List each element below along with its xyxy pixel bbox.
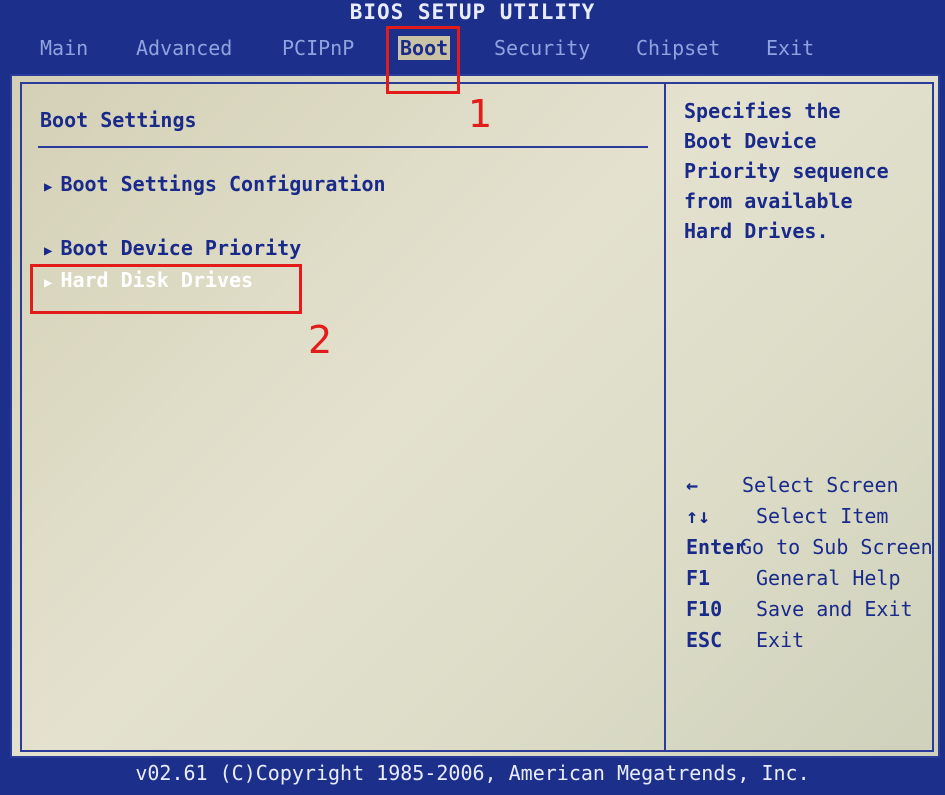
key-description: General Help: [756, 566, 901, 590]
key-label: Enter: [686, 535, 747, 559]
key-row-f1: F1 General Help: [684, 563, 939, 594]
key-label: F10: [686, 597, 723, 621]
help-line: from available: [684, 189, 853, 213]
annotation-box-boot-tab: [386, 26, 460, 94]
tab-advanced[interactable]: Advanced: [136, 36, 232, 60]
section-divider: [38, 146, 648, 148]
bios-title: BIOS SETUP UTILITY: [349, 0, 596, 24]
key-description: Select Screen: [742, 473, 899, 497]
key-description: Exit: [756, 628, 805, 652]
copyright-footer: v02.61 (C)Copyright 1985-2006, American …: [135, 761, 810, 785]
key-label: ESC: [686, 628, 723, 652]
key-row-select-item: ↑↓ Select Item: [684, 501, 939, 532]
annotation-number-2: 2: [308, 318, 333, 362]
top-menu-bar: Main Advanced PCIPnP Boot Security Chips…: [0, 24, 945, 74]
key-row-select-screen: ← Select Screen: [684, 470, 939, 501]
submenu-arrow-icon: ▶: [44, 179, 53, 195]
tab-pcipnp[interactable]: PCIPnP: [282, 36, 354, 60]
key-row-enter: Enter Go to Sub Screen: [684, 532, 939, 563]
section-title: Boot Settings: [40, 108, 197, 132]
key-label: F1: [686, 566, 711, 590]
help-line: Priority sequence: [684, 159, 889, 183]
up-down-arrow-key-icon: ↑↓: [686, 504, 711, 528]
left-arrow-key-icon: ←: [686, 473, 699, 497]
bios-screen: BIOS SETUP UTILITY Main Advanced PCIPnP …: [0, 0, 945, 795]
tab-security[interactable]: Security: [494, 36, 590, 60]
annotation-box-hard-disk-drives: [30, 264, 302, 314]
annotation-number-1: 1: [468, 92, 493, 136]
menu-item-boot-settings-configuration[interactable]: ▶ Boot Settings Configuration: [44, 172, 386, 196]
menu-item-label: Boot Settings Configuration: [60, 172, 386, 196]
menu-item-label: Boot Device Priority: [60, 236, 302, 260]
help-line: Boot Device: [684, 129, 817, 153]
submenu-arrow-icon: ▶: [44, 243, 53, 259]
help-text: Specifies the Boot Device Priority seque…: [684, 96, 934, 246]
key-legend: ← Select Screen ↑↓ Select Item Enter Go …: [684, 470, 939, 656]
key-description: Go to Sub Screen: [740, 535, 933, 559]
panel-divider: [664, 82, 666, 752]
key-description: Select Item: [756, 504, 889, 528]
menu-item-boot-device-priority[interactable]: ▶ Boot Device Priority: [44, 236, 301, 260]
help-line: Hard Drives.: [684, 219, 829, 243]
tab-main[interactable]: Main: [40, 36, 88, 60]
help-line: Specifies the: [684, 99, 841, 123]
key-description: Save and Exit: [756, 597, 913, 621]
key-row-f10: F10 Save and Exit: [684, 594, 939, 625]
tab-chipset[interactable]: Chipset: [636, 36, 720, 60]
key-row-esc: ESC Exit: [684, 625, 939, 656]
tab-exit[interactable]: Exit: [766, 36, 814, 60]
